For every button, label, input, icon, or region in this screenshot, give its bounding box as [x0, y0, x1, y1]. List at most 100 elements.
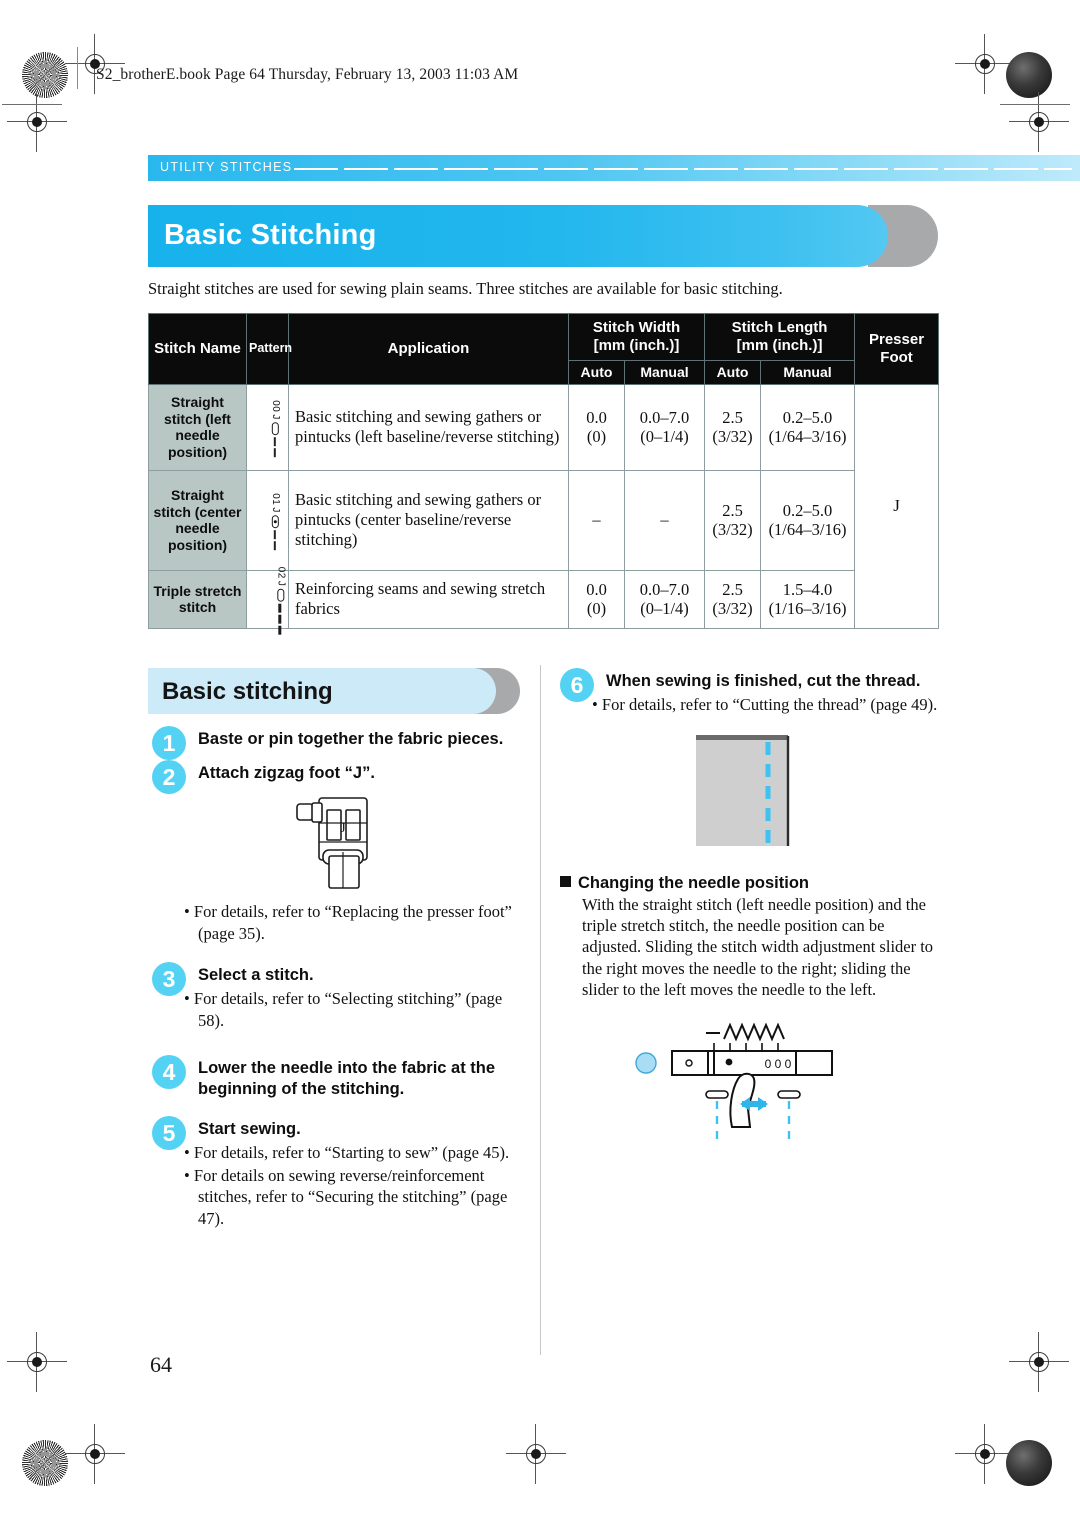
registration-mark-bottom-center: [506, 1424, 566, 1484]
guide-lines-icon: [704, 1089, 801, 1139]
step-3-heading: Select a stitch.: [198, 966, 314, 985]
cell-length-manual: 1.5–4.0 (1/16–3/16): [760, 569, 856, 629]
table-row: Straight stitch (center needle position)…: [148, 469, 939, 571]
table-row: Straight stitch (left needle position) 0…: [148, 383, 940, 629]
cell-width-auto: 0.0 (0): [568, 569, 625, 629]
step-3-number: 3: [152, 962, 186, 997]
step-4-heading: Lower the needle into the fabric at the …: [198, 1059, 496, 1099]
stitch-length-label: Stitch Length: [731, 319, 828, 336]
registration-mark-bottom-left: [7, 1332, 67, 1392]
page-title: Basic Stitching: [164, 219, 377, 251]
stitch-width-label: Stitch Width: [592, 319, 681, 336]
step-1-number: 1: [152, 726, 186, 760]
triple-bar-1-icon: [278, 603, 282, 613]
length-auto-mm: 2.5: [722, 579, 743, 599]
slider-illustration: 0 0 0: [560, 1017, 945, 1147]
zigzag-foot-j-diagram: J: [296, 797, 368, 890]
cell-application: Reinforcing seams and sewing stretch fab…: [288, 569, 569, 629]
step-5-heading: Start sewing.: [198, 1120, 301, 1139]
stitch-spec-table: Stitch Name Pattern Application Stitch W…: [148, 313, 940, 635]
square-bullet-icon: [560, 875, 571, 887]
registration-mark-top-right: [955, 34, 1015, 94]
table-row: Triple stretch stitch 02 J Reinforcing s…: [148, 566, 939, 635]
registration-mark-bottom-center-left: [65, 1424, 125, 1484]
cell-stitch-name: Straight stitch (left needle position): [148, 383, 247, 471]
registration-mark-bottom-center-right: [955, 1424, 1015, 1484]
col-header-stitch-length: Stitch Length [mm (inch.)]: [704, 313, 856, 361]
cell-presser-foot: J: [854, 383, 940, 629]
step-6-number: 6: [560, 668, 594, 702]
sewn-fabric-diagram: [695, 734, 789, 846]
registration-mark-upper-right: [1009, 92, 1069, 152]
fabric-stitch-illustration: [560, 730, 945, 860]
print-density-target-top-right: [1006, 52, 1052, 98]
table-header-row-1: Stitch Name Pattern Application Stitch W…: [148, 313, 940, 385]
pattern-number: 02: [275, 566, 287, 580]
stitch-dash-1-icon: [274, 437, 277, 447]
length-manual-in: (1/64–3/16): [768, 520, 847, 540]
print-color-target-bottom-left: [22, 1440, 68, 1486]
slider-position-marker-icon: [725, 1058, 732, 1066]
book-file-info: S2_brotherE.book Page 64 Thursday, Febru…: [96, 66, 519, 83]
step-5: 5 Start sewing.: [152, 1116, 532, 1151]
step-1: 1 Baste or pin together the fabric piece…: [152, 726, 532, 760]
step-6-note: • For details, refer to “Cutting the thr…: [592, 695, 938, 715]
step-4-number: 4: [152, 1055, 186, 1090]
cell-stitch-name: Triple stretch stitch: [148, 569, 247, 629]
step-5-note-1: • For details, refer to “Starting to sew…: [184, 1143, 510, 1163]
pattern-foot-letter: J: [269, 414, 281, 421]
col-header-stitch-name: Stitch Name: [148, 313, 247, 385]
col-header-presser-foot: Presser Foot: [854, 313, 940, 385]
cell-width-manual: 0.0–7.0 (0–1/4): [623, 569, 706, 629]
pattern-glyph-straight-left: 00 J: [269, 400, 281, 458]
registration-mark-upper-left: [7, 92, 67, 152]
right-column: 6 When sewing is finished, cut the threa…: [560, 668, 945, 1147]
step-2-note: • For details, refer to “Replacing the p…: [184, 902, 512, 943]
subsection-banner-bar: Basic stitching: [148, 668, 496, 714]
finger-icon: [728, 1072, 755, 1128]
length-auto-in: (3/32): [712, 520, 753, 540]
needle-eye-center-icon: [271, 515, 279, 529]
stitch-width-unit: [mm (inch.)]: [593, 337, 680, 354]
stitch-dash-2-icon: [274, 541, 277, 551]
stitch-dash-1-icon: [274, 530, 277, 540]
cell-length-auto: 2.5 (3/32): [704, 569, 762, 629]
col-header-application: Application: [288, 313, 569, 385]
step-2-heading: Attach zigzag foot “J”.: [198, 764, 375, 783]
pattern-foot-letter: J: [269, 507, 281, 514]
length-manual-in: (1/64–3/16): [768, 427, 847, 447]
page-number: 64: [150, 1352, 172, 1377]
stitch-dash-2-icon: [274, 448, 277, 458]
length-auto-mm: 2.5: [722, 500, 743, 520]
cell-width-manual: –: [623, 469, 706, 571]
subsection-banner: Basic stitching: [148, 668, 520, 714]
step-3: 3 Select a stitch.: [152, 962, 532, 997]
col-header-length-auto: Auto: [704, 360, 762, 385]
width-auto-in: (0): [586, 599, 607, 619]
col-header-length-manual: Manual: [760, 360, 856, 385]
step-4: 4 Lower the needle into the fabric at th…: [152, 1055, 532, 1100]
length-manual-in: (1/16–3/16): [768, 599, 847, 619]
slider-digits: 0 0 0: [764, 1057, 791, 1071]
column-divider: [540, 665, 542, 1355]
trim-line-top-right: [1000, 104, 1070, 106]
cell-pattern: 00 J: [246, 383, 289, 471]
pattern-glyph-straight-center: 01 J: [269, 493, 281, 551]
pattern-foot-letter: J: [275, 581, 287, 587]
length-auto-in: (3/32): [712, 427, 753, 447]
presser-foot-label-line2: Foot: [880, 348, 913, 366]
needle-position-heading: Changing the needle position: [560, 874, 945, 893]
needle-eye-icon: [271, 422, 279, 436]
triple-bar-3-icon: [278, 625, 282, 635]
running-head-rule: [294, 168, 1072, 170]
step-6-heading: When sewing is finished, cut the thread.: [606, 672, 921, 690]
length-manual-mm: 0.2–5.0: [782, 500, 833, 520]
length-manual-mm: 1.5–4.0: [782, 579, 833, 599]
cell-stitch-name: Straight stitch (center needle position): [148, 469, 247, 571]
print-density-target-bottom-right: [1006, 1440, 1052, 1486]
length-auto-in: (3/32): [712, 599, 753, 619]
width-manual-mm: 0.0–7.0: [639, 579, 690, 599]
width-auto-mm: 0.0: [586, 579, 607, 599]
cell-length-auto: 2.5 (3/32): [704, 383, 762, 471]
cell-width-manual: 0.0–7.0 (0–1/4): [623, 383, 706, 471]
